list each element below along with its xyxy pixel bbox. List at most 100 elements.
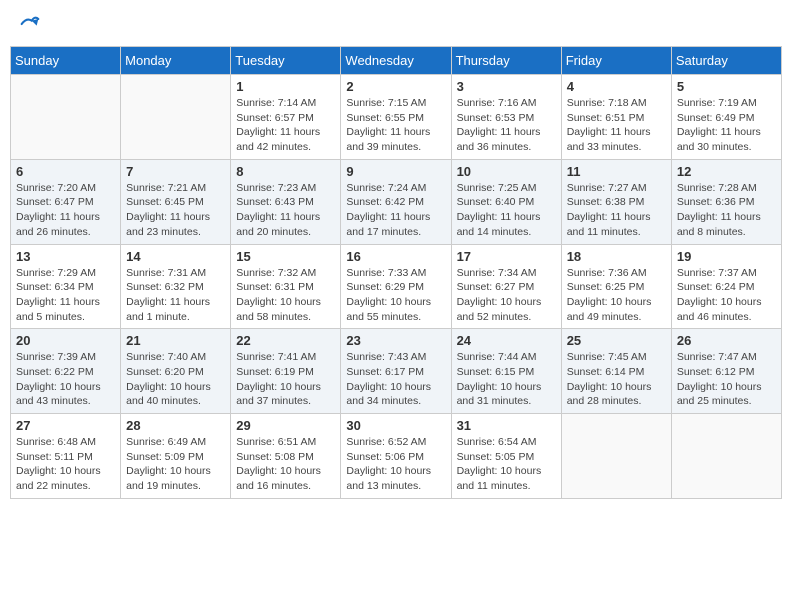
weekday-header-friday: Friday xyxy=(561,47,671,75)
day-info: Sunrise: 7:24 AM Sunset: 6:42 PM Dayligh… xyxy=(346,181,445,240)
calendar-cell: 29 Sunrise: 6:51 AM Sunset: 5:08 PM Dayli… xyxy=(231,414,341,499)
calendar-cell xyxy=(561,414,671,499)
calendar-cell: 26 Sunrise: 7:47 AM Sunset: 6:12 PM Dayli… xyxy=(671,329,781,414)
page-header xyxy=(10,10,782,38)
day-info: Sunrise: 6:48 AM Sunset: 5:11 PM Dayligh… xyxy=(16,435,115,494)
calendar-cell: 22Sunrise: 7:41 AM Sunset: 6:19 PM Dayli… xyxy=(231,329,341,414)
day-info: Sunrise: 7:44 AM Sunset: 6:15 PM Dayligh… xyxy=(457,350,556,409)
day-info: Sunrise: 7:39 AM Sunset: 6:22 PM Dayligh… xyxy=(16,350,115,409)
calendar-cell: 2 Sunrise: 7:15 AM Sunset: 6:55 PM Daylig… xyxy=(341,75,451,160)
day-info: Sunrise: 7:23 AM Sunset: 6:43 PM Dayligh… xyxy=(236,181,335,240)
week-row-2: 6 Sunrise: 7:20 AM Sunset: 6:47 PM Daylig… xyxy=(11,159,782,244)
calendar-cell: 12Sunrise: 7:28 AM Sunset: 6:36 PM Dayli… xyxy=(671,159,781,244)
day-number: 15 xyxy=(236,249,335,264)
day-number: 4 xyxy=(567,79,666,94)
day-number: 13 xyxy=(16,249,115,264)
calendar-cell: 5 Sunrise: 7:19 AM Sunset: 6:49 PM Daylig… xyxy=(671,75,781,160)
day-number: 24 xyxy=(457,333,556,348)
day-number: 26 xyxy=(677,333,776,348)
calendar-cell: 9 Sunrise: 7:24 AM Sunset: 6:42 PM Daylig… xyxy=(341,159,451,244)
calendar-table: SundayMondayTuesdayWednesdayThursdayFrid… xyxy=(10,46,782,499)
day-info: Sunrise: 7:33 AM Sunset: 6:29 PM Dayligh… xyxy=(346,266,445,325)
weekday-header-saturday: Saturday xyxy=(671,47,781,75)
day-number: 16 xyxy=(346,249,445,264)
day-info: Sunrise: 6:49 AM Sunset: 5:09 PM Dayligh… xyxy=(126,435,225,494)
day-info: Sunrise: 7:34 AM Sunset: 6:27 PM Dayligh… xyxy=(457,266,556,325)
day-info: Sunrise: 7:14 AM Sunset: 6:57 PM Dayligh… xyxy=(236,96,335,155)
day-info: Sunrise: 7:29 AM Sunset: 6:34 PM Dayligh… xyxy=(16,266,115,325)
day-info: Sunrise: 7:40 AM Sunset: 6:20 PM Dayligh… xyxy=(126,350,225,409)
calendar-cell xyxy=(121,75,231,160)
day-number: 27 xyxy=(16,418,115,433)
calendar-cell: 25 Sunrise: 7:45 AM Sunset: 6:14 PM Dayli… xyxy=(561,329,671,414)
day-number: 30 xyxy=(346,418,445,433)
calendar-cell: 31 Sunrise: 6:54 AM Sunset: 5:05 PM Dayli… xyxy=(451,414,561,499)
day-info: Sunrise: 7:18 AM Sunset: 6:51 PM Dayligh… xyxy=(567,96,666,155)
day-number: 5 xyxy=(677,79,776,94)
calendar-cell: 6 Sunrise: 7:20 AM Sunset: 6:47 PM Daylig… xyxy=(11,159,121,244)
weekday-header-wednesday: Wednesday xyxy=(341,47,451,75)
calendar-cell: 28 Sunrise: 6:49 AM Sunset: 5:09 PM Dayli… xyxy=(121,414,231,499)
day-info: Sunrise: 6:51 AM Sunset: 5:08 PM Dayligh… xyxy=(236,435,335,494)
day-number: 6 xyxy=(16,164,115,179)
logo xyxy=(18,14,40,34)
day-info: Sunrise: 7:21 AM Sunset: 6:45 PM Dayligh… xyxy=(126,181,225,240)
calendar-cell: 17 Sunrise: 7:34 AM Sunset: 6:27 PM Dayli… xyxy=(451,244,561,329)
calendar-cell: 13 Sunrise: 7:29 AM Sunset: 6:34 PM Dayli… xyxy=(11,244,121,329)
day-info: Sunrise: 6:52 AM Sunset: 5:06 PM Dayligh… xyxy=(346,435,445,494)
calendar-cell: 8 Sunrise: 7:23 AM Sunset: 6:43 PM Daylig… xyxy=(231,159,341,244)
week-row-5: 27 Sunrise: 6:48 AM Sunset: 5:11 PM Dayli… xyxy=(11,414,782,499)
week-row-3: 13 Sunrise: 7:29 AM Sunset: 6:34 PM Dayli… xyxy=(11,244,782,329)
day-number: 21 xyxy=(126,333,225,348)
logo-icon xyxy=(20,14,40,34)
day-number: 29 xyxy=(236,418,335,433)
day-number: 2 xyxy=(346,79,445,94)
day-info: Sunrise: 7:43 AM Sunset: 6:17 PM Dayligh… xyxy=(346,350,445,409)
day-info: Sunrise: 7:15 AM Sunset: 6:55 PM Dayligh… xyxy=(346,96,445,155)
calendar-cell: 24 Sunrise: 7:44 AM Sunset: 6:15 PM Dayli… xyxy=(451,329,561,414)
day-number: 10 xyxy=(457,164,556,179)
weekday-header-thursday: Thursday xyxy=(451,47,561,75)
calendar-cell: 1Sunrise: 7:14 AM Sunset: 6:57 PM Daylig… xyxy=(231,75,341,160)
weekday-header-row: SundayMondayTuesdayWednesdayThursdayFrid… xyxy=(11,47,782,75)
day-info: Sunrise: 6:54 AM Sunset: 5:05 PM Dayligh… xyxy=(457,435,556,494)
calendar-cell: 11Sunrise: 7:27 AM Sunset: 6:38 PM Dayli… xyxy=(561,159,671,244)
day-info: Sunrise: 7:47 AM Sunset: 6:12 PM Dayligh… xyxy=(677,350,776,409)
week-row-4: 20 Sunrise: 7:39 AM Sunset: 6:22 PM Dayli… xyxy=(11,329,782,414)
calendar-cell xyxy=(11,75,121,160)
calendar-cell: 18 Sunrise: 7:36 AM Sunset: 6:25 PM Dayli… xyxy=(561,244,671,329)
day-info: Sunrise: 7:20 AM Sunset: 6:47 PM Dayligh… xyxy=(16,181,115,240)
calendar-cell: 10Sunrise: 7:25 AM Sunset: 6:40 PM Dayli… xyxy=(451,159,561,244)
day-info: Sunrise: 7:19 AM Sunset: 6:49 PM Dayligh… xyxy=(677,96,776,155)
calendar-cell: 21 Sunrise: 7:40 AM Sunset: 6:20 PM Dayli… xyxy=(121,329,231,414)
day-number: 3 xyxy=(457,79,556,94)
day-number: 17 xyxy=(457,249,556,264)
day-number: 31 xyxy=(457,418,556,433)
calendar-cell: 16 Sunrise: 7:33 AM Sunset: 6:29 PM Dayli… xyxy=(341,244,451,329)
day-number: 18 xyxy=(567,249,666,264)
day-number: 23 xyxy=(346,333,445,348)
calendar-cell xyxy=(671,414,781,499)
day-number: 14 xyxy=(126,249,225,264)
calendar-cell: 20 Sunrise: 7:39 AM Sunset: 6:22 PM Dayli… xyxy=(11,329,121,414)
calendar-cell: 3Sunrise: 7:16 AM Sunset: 6:53 PM Daylig… xyxy=(451,75,561,160)
calendar-cell: 14 Sunrise: 7:31 AM Sunset: 6:32 PM Dayli… xyxy=(121,244,231,329)
weekday-header-tuesday: Tuesday xyxy=(231,47,341,75)
day-info: Sunrise: 7:36 AM Sunset: 6:25 PM Dayligh… xyxy=(567,266,666,325)
day-info: Sunrise: 7:41 AM Sunset: 6:19 PM Dayligh… xyxy=(236,350,335,409)
weekday-header-sunday: Sunday xyxy=(11,47,121,75)
day-number: 9 xyxy=(346,164,445,179)
day-number: 12 xyxy=(677,164,776,179)
day-number: 20 xyxy=(16,333,115,348)
day-info: Sunrise: 7:45 AM Sunset: 6:14 PM Dayligh… xyxy=(567,350,666,409)
calendar-cell: 23 Sunrise: 7:43 AM Sunset: 6:17 PM Dayli… xyxy=(341,329,451,414)
day-number: 25 xyxy=(567,333,666,348)
day-number: 28 xyxy=(126,418,225,433)
day-info: Sunrise: 7:37 AM Sunset: 6:24 PM Dayligh… xyxy=(677,266,776,325)
calendar-cell: 4 Sunrise: 7:18 AM Sunset: 6:51 PM Daylig… xyxy=(561,75,671,160)
day-info: Sunrise: 7:31 AM Sunset: 6:32 PM Dayligh… xyxy=(126,266,225,325)
week-row-1: 1Sunrise: 7:14 AM Sunset: 6:57 PM Daylig… xyxy=(11,75,782,160)
day-number: 8 xyxy=(236,164,335,179)
day-info: Sunrise: 7:32 AM Sunset: 6:31 PM Dayligh… xyxy=(236,266,335,325)
calendar-cell: 27 Sunrise: 6:48 AM Sunset: 5:11 PM Dayli… xyxy=(11,414,121,499)
